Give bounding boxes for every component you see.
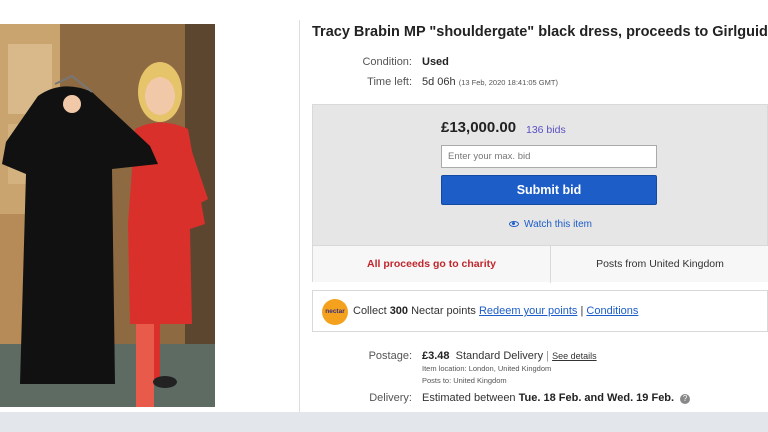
listing-page: Tracy Brabin MP "shouldergate" black dre… — [0, 0, 768, 412]
watch-item-link[interactable]: Watch this item — [509, 219, 592, 230]
current-price: £13,000.00 — [441, 119, 517, 136]
posts-to: Posts to: United Kingdom — [422, 376, 507, 385]
time-left-detail: (13 Feb, 2020 18:41:05 GMT) — [458, 78, 558, 87]
nectar-panel: nectar Collect 300 Nectar points Redeem … — [312, 290, 768, 332]
nectar-points: 300 — [389, 305, 409, 317]
charity-notice: All proceeds go to charity — [313, 246, 551, 283]
bids-count-link[interactable]: 136 bids — [526, 124, 566, 136]
time-left-values: 5d 06h (13 Feb, 2020 18:41:05 GMT) — [422, 76, 558, 88]
redeem-points-link[interactable]: Redeem your points — [479, 305, 577, 317]
time-left-label: Time left: — [367, 76, 412, 88]
item-location: Item location: London, United Kingdom — [422, 364, 552, 373]
postage-values: £3.48 Standard Delivery | See details — [422, 350, 597, 362]
item-photo[interactable] — [0, 24, 215, 407]
delivery-label: Delivery: — [369, 392, 412, 404]
max-bid-input[interactable]: Enter your max. bid — [441, 145, 657, 168]
postage-price: £3.48 — [422, 350, 450, 362]
condition-label: Condition: — [362, 56, 412, 68]
image-gallery — [0, 20, 300, 412]
listing-title: Tracy Brabin MP "shouldergate" black dre… — [312, 24, 768, 40]
see-details-link[interactable]: See details — [552, 351, 597, 361]
nectar-collect-suffix: Nectar points — [408, 305, 479, 317]
dress-photo-illustration — [0, 24, 215, 407]
nectar-collect-prefix: Collect — [353, 305, 390, 317]
bottom-band — [0, 412, 768, 432]
postage-label: Postage: — [368, 350, 412, 362]
watch-item-label: Watch this item — [524, 219, 592, 230]
condition-value: Used — [422, 56, 449, 68]
delivery-range: Tue. 18 Feb. and Wed. 19 Feb. — [518, 392, 675, 404]
bid-panel: £13,000.00 136 bids Enter your max. bid … — [312, 104, 768, 283]
nectar-text: Collect 300 Nectar points Redeem your po… — [353, 305, 638, 317]
nectar-logo-icon: nectar — [322, 299, 348, 325]
delivery-prefix: Estimated between — [422, 392, 519, 404]
postage-separator: | — [546, 350, 550, 362]
time-left-value: 5d 06h — [422, 76, 456, 88]
posts-from-text: Posts from United Kingdom — [596, 258, 724, 270]
info-icon[interactable]: ? — [680, 394, 691, 404]
eye-icon — [509, 221, 519, 228]
delivery-values: Estimated between Tue. 18 Feb. and Wed. … — [422, 392, 691, 404]
submit-bid-button[interactable]: Submit bid — [441, 175, 657, 205]
postage-service: Standard Delivery — [455, 350, 544, 362]
conditions-link[interactable]: Conditions — [586, 305, 638, 317]
bid-footer: All proceeds go to charity Posts from Un… — [313, 245, 768, 283]
